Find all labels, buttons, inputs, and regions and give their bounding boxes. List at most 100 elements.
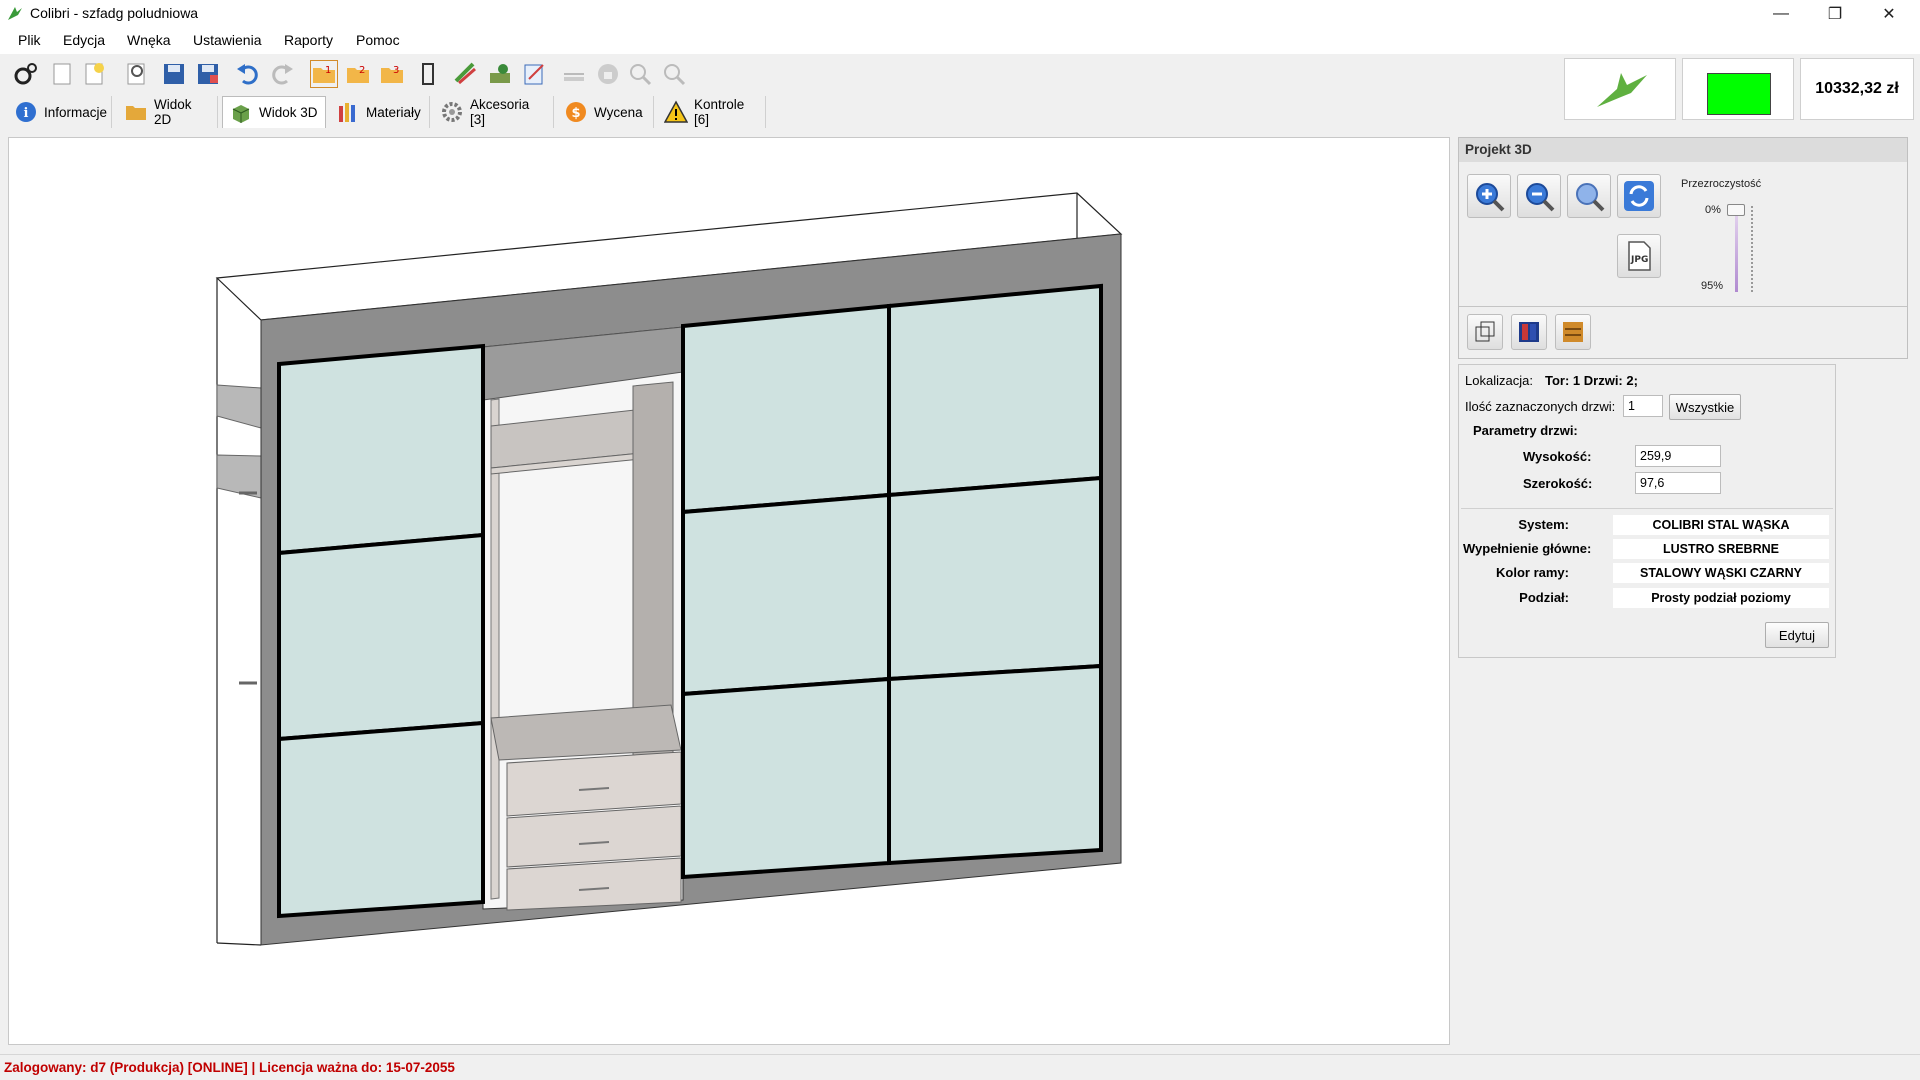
3d-viewport[interactable]	[8, 137, 1450, 1045]
open-search-icon[interactable]	[122, 60, 150, 88]
colibri-brand-box	[1564, 58, 1676, 120]
notes-icon[interactable]	[520, 60, 548, 88]
cabinet-icon[interactable]	[414, 60, 442, 88]
width-field[interactable]: 97,6	[1635, 472, 1721, 494]
settings-icon[interactable]	[12, 60, 40, 88]
wireframe-cube-icon	[1475, 321, 1495, 342]
svg-text:$: $	[572, 106, 581, 121]
edit-button[interactable]: Edytuj	[1765, 622, 1829, 648]
tab-akcesoria[interactable]: Akcesoria [3]	[434, 96, 554, 128]
tab-widok-2d[interactable]: Widok 2D	[118, 96, 218, 128]
menu-pomoc[interactable]: Pomoc	[356, 32, 400, 48]
view-drawers-button[interactable]	[1555, 314, 1591, 350]
info-icon: i	[16, 102, 36, 122]
view-wireframe-button[interactable]	[1467, 314, 1503, 350]
hummingbird-logo-icon	[1597, 73, 1647, 107]
door-params-title: Parametry drzwi:	[1473, 423, 1578, 438]
lock-icon	[594, 60, 622, 88]
svg-text:3: 3	[393, 65, 399, 76]
zoom-out-icon	[660, 60, 688, 88]
project-3d-title: Projekt 3D	[1459, 138, 1907, 162]
select-all-button[interactable]: Wszystkie	[1669, 394, 1741, 420]
zoom-in-icon	[1476, 183, 1505, 212]
transparency-label: Przezroczystość	[1681, 178, 1762, 190]
rotate-reset-button[interactable]	[1617, 174, 1661, 218]
system-value: COLIBRI STAL WĄSKA	[1613, 515, 1829, 535]
selected-doors-field[interactable]: 1	[1623, 395, 1663, 417]
width-label: Szerokość:	[1523, 476, 1593, 491]
selected-doors-label: Ilość zaznaczonych drzwi:	[1465, 399, 1616, 414]
colibri-logo-icon	[8, 7, 22, 20]
transparency-slider-thumb[interactable]	[1727, 204, 1745, 216]
project-3d-panel: Projekt 3D JPG Przezroczystość 0% 95%	[1458, 137, 1908, 359]
save-icon[interactable]	[160, 60, 188, 88]
login-status-text: Zalogowany: d7 (Produkcja) [ONLINE] | Li…	[4, 1060, 455, 1075]
price-display: 10332,32 zł	[1800, 58, 1914, 120]
export-icon[interactable]	[486, 60, 514, 88]
redo-icon[interactable]	[268, 60, 296, 88]
folder-1-icon[interactable]: 1	[310, 60, 338, 88]
menu-edycja[interactable]: Edycja	[63, 32, 105, 48]
status-bar: Zalogowany: d7 (Produkcja) [ONLINE] | Li…	[0, 1054, 1920, 1080]
undo-icon[interactable]	[234, 60, 262, 88]
menu-bar: Plik Edycja Wnęka Ustawienia Raporty Pom…	[0, 28, 1920, 54]
title-bar: Colibri - szfadg poludniowa — ❐ ✕	[0, 0, 1920, 28]
transparency-max-label: 95%	[1701, 280, 1724, 292]
minimize-button[interactable]: —	[1754, 0, 1808, 28]
tab-informacje[interactable]: i Informacje	[8, 96, 112, 128]
window-title: Colibri - szfadg poludniowa	[30, 5, 199, 21]
zoom-fit-icon	[1576, 183, 1605, 212]
frame-color-label: Kolor ramy:	[1496, 565, 1569, 580]
folder-icon	[126, 106, 146, 120]
folder-2-icon[interactable]: 2	[344, 60, 372, 88]
zoom-fit-button[interactable]	[1567, 174, 1611, 218]
status-color-indicator	[1707, 73, 1771, 115]
restore-button[interactable]: ❐	[1808, 0, 1862, 28]
system-label: System:	[1518, 517, 1569, 532]
transparency-min-label: 0%	[1705, 204, 1721, 216]
menu-wneka[interactable]: Wnęka	[127, 32, 171, 48]
materials-icon	[339, 103, 355, 122]
division-value: Prosty podział poziomy	[1613, 588, 1829, 608]
division-label: Podział:	[1519, 590, 1569, 605]
export-jpg-button[interactable]: JPG	[1617, 234, 1661, 278]
frame-color-value: STALOWY WĄSKI CZARNY	[1613, 563, 1829, 583]
dollar-icon: $	[566, 102, 586, 122]
divider	[1459, 306, 1907, 307]
toolbar: 1 2 3	[0, 54, 1540, 94]
location-label: Lokalizacja:	[1465, 373, 1533, 388]
status-indicator-box	[1682, 58, 1794, 120]
folder-3-icon[interactable]: 3	[378, 60, 406, 88]
height-label: Wysokość:	[1523, 449, 1592, 464]
edit-tools-icon[interactable]	[452, 60, 480, 88]
menu-plik[interactable]: Plik	[18, 32, 41, 48]
drawers-icon	[1563, 322, 1583, 342]
svg-text:JPG: JPG	[1630, 255, 1648, 265]
close-button[interactable]: ✕	[1862, 0, 1916, 28]
menu-ustawienia[interactable]: Ustawienia	[193, 32, 261, 48]
new-document-icon[interactable]	[48, 60, 76, 88]
transparency-slider-track[interactable]	[1735, 208, 1738, 292]
save-as-icon[interactable]	[194, 60, 222, 88]
door-parameters-panel: Lokalizacja: Tor: 1 Drzwi: 2; Ilość zazn…	[1458, 364, 1836, 658]
wardrobe-doors-icon	[1519, 322, 1539, 342]
zoom-in-icon	[626, 60, 654, 88]
tab-widok-3d[interactable]: Widok 3D	[222, 96, 326, 128]
dimension-icon	[560, 60, 588, 88]
zoom-in-button[interactable]	[1467, 174, 1511, 218]
wardrobe-3d-model[interactable]	[9, 138, 1451, 1046]
slider-ticks	[1751, 206, 1753, 292]
zoom-out-button[interactable]	[1517, 174, 1561, 218]
tab-wycena[interactable]: $ Wycena	[558, 96, 654, 128]
main-fill-value: LUSTRO SREBRNE	[1613, 539, 1829, 559]
tab-kontrole[interactable]: Kontrole [6]	[658, 96, 766, 128]
door-configuration: System: COLIBRI STAL WĄSKA Wypełnienie g…	[1461, 508, 1833, 652]
tab-materialy[interactable]: Materiały	[330, 96, 430, 128]
main-fill-label: Wypełnienie główne:	[1463, 541, 1592, 556]
height-field[interactable]: 259,9	[1635, 445, 1721, 467]
new-project-icon[interactable]	[80, 60, 108, 88]
menu-raporty[interactable]: Raporty	[284, 32, 333, 48]
tab-bar: i Informacje Widok 2D Widok 3D Materiały…	[0, 94, 1540, 130]
view-doors-button[interactable]	[1511, 314, 1547, 350]
zoom-out-icon	[1526, 183, 1555, 212]
